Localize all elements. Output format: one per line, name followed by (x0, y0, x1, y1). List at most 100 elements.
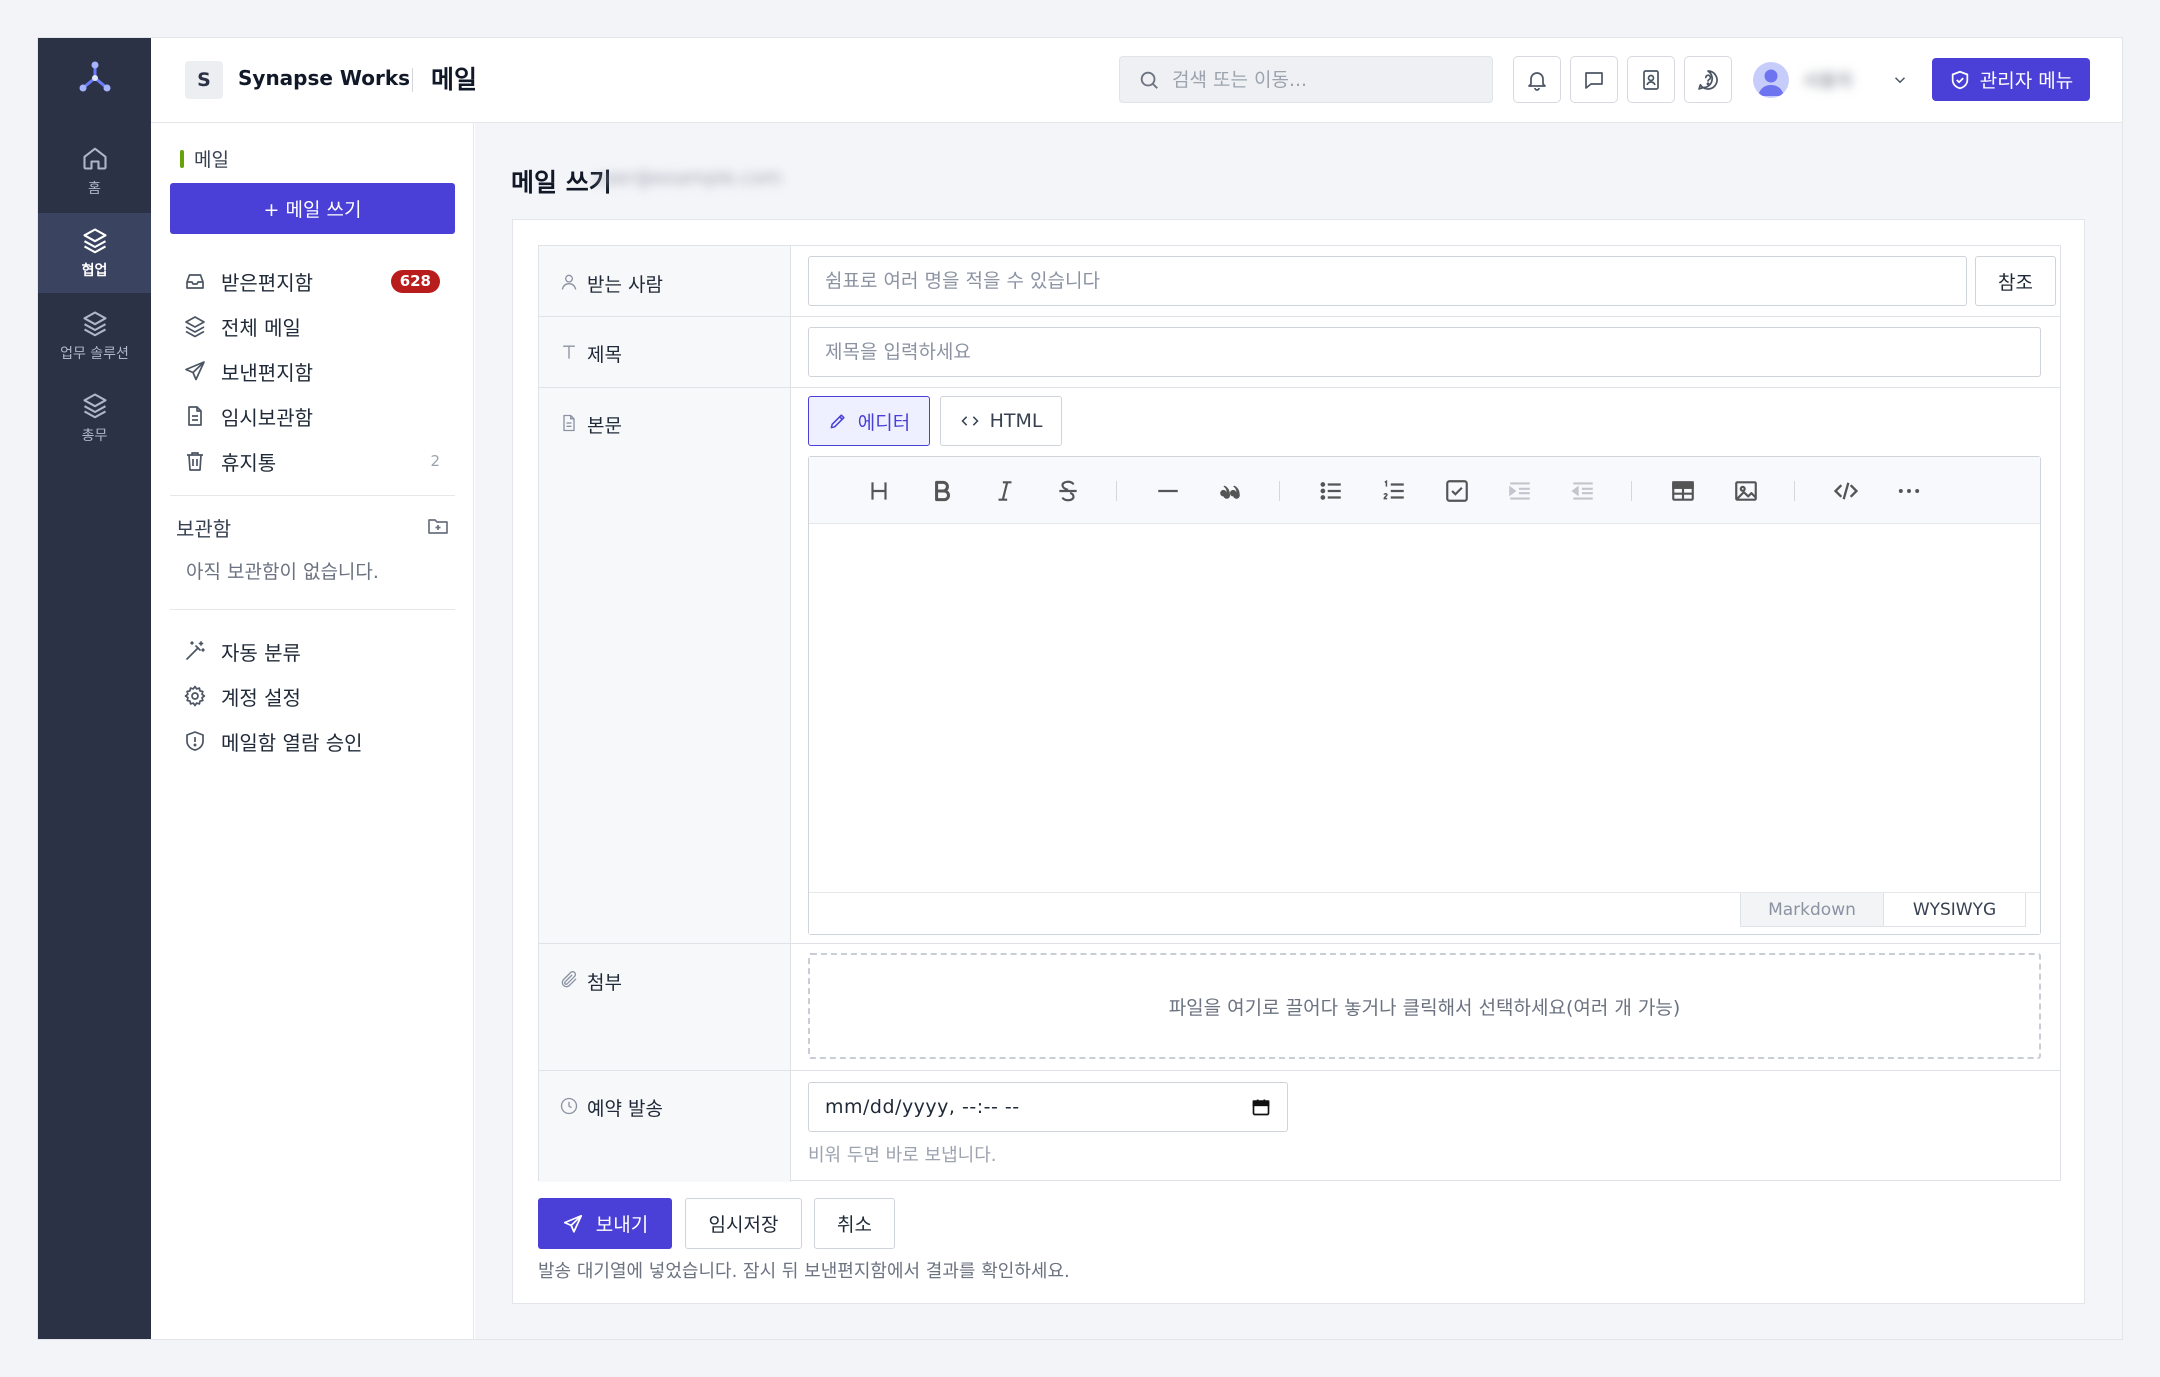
field-label-to: 받는 사람 (539, 246, 791, 316)
app-logo[interactable] (38, 58, 151, 98)
help-chat-icon (1698, 69, 1718, 90)
search-input[interactable] (1172, 68, 1472, 91)
field-label-subject: 제목 (539, 317, 791, 387)
heading-button[interactable] (861, 473, 897, 509)
shield-check-icon (1951, 70, 1968, 89)
subject-input[interactable] (808, 327, 2041, 377)
app-window: 홈 협업 업무 솔루션 총무 S Synapse Works 메일 검색 또는 … (37, 37, 2123, 1340)
compose-mail-button[interactable]: + 메일 쓰기 (170, 183, 455, 234)
editor-mode-button[interactable]: 에디터 (808, 396, 930, 446)
clock-icon (560, 1097, 578, 1115)
html-mode-button[interactable]: HTML (940, 396, 1062, 446)
user-menu[interactable]: 사용자 (1753, 58, 1909, 102)
task-list-button[interactable] (1439, 473, 1475, 509)
wysiwyg-tab[interactable]: WYSIWYG (1884, 893, 2026, 927)
indent-icon (1509, 482, 1530, 500)
code-icon (1833, 482, 1859, 500)
send-button[interactable]: 보내기 (538, 1198, 672, 1249)
user-icon (561, 274, 577, 290)
global-search[interactable] (1119, 56, 1493, 103)
sidebar-item-all-mail[interactable]: 전체 메일 (170, 306, 455, 346)
calendar-icon[interactable] (1251, 1097, 1271, 1117)
strikethrough-button[interactable] (1050, 473, 1086, 509)
bold-button[interactable] (924, 473, 960, 509)
rail-item-label: 총무 (81, 428, 108, 444)
code-block-button[interactable] (1828, 473, 1864, 509)
chevron-down-icon (1894, 77, 1906, 84)
sidebar-item-trash[interactable]: 휴지통 2 (170, 441, 455, 481)
sidebar-item-label: 자동 분류 (221, 640, 301, 665)
header-divider (412, 68, 413, 92)
contacts-button[interactable] (1627, 56, 1675, 103)
user-avatar-icon (1758, 69, 1784, 96)
more-horizontal-icon (1898, 489, 1920, 493)
add-archive-button[interactable] (426, 514, 450, 538)
sidebar-item-label: 휴지통 (221, 450, 277, 475)
indent-button[interactable] (1502, 473, 1538, 509)
document-icon (183, 404, 207, 428)
markdown-tab[interactable]: Markdown (1740, 893, 1884, 927)
rail-item-home[interactable]: 홈 (38, 131, 151, 211)
italic-button[interactable] (987, 473, 1023, 509)
rich-text-editor: Markdown WYSIWYG (808, 456, 2041, 935)
image-icon (1735, 481, 1757, 501)
send-icon (183, 359, 207, 383)
sidebar-item-mailbox-access[interactable]: 메일함 열람 승인 (170, 721, 455, 761)
rail-item-general-affairs[interactable]: 총무 (38, 378, 151, 458)
recipient-input[interactable] (808, 256, 1967, 306)
chat-icon (1585, 71, 1603, 89)
rail-item-collab[interactable]: 협업 (38, 213, 151, 293)
attachment-dropzone[interactable]: 파일을 여기로 끌어다 놓거나 클릭해서 선택하세요(여러 개 가능) (808, 953, 2041, 1059)
image-button[interactable] (1728, 473, 1764, 509)
document-icon (563, 414, 575, 432)
editor-content-area[interactable] (809, 524, 2040, 892)
toolbar-separator (1279, 481, 1280, 501)
schedule-datetime-input[interactable]: mm/dd/yyyy, --:-- -- (808, 1082, 1288, 1132)
horizontal-rule-button[interactable] (1150, 473, 1186, 509)
page-section-title: 메일 (431, 65, 478, 94)
workspace-badge[interactable]: S (185, 61, 223, 99)
notifications-button[interactable] (1513, 56, 1561, 103)
bell-icon (1528, 71, 1546, 91)
sidebar-item-inbox[interactable]: 받은편지함 628 (170, 261, 455, 301)
sidebar-section-title: 메일 (180, 145, 229, 172)
archive-heading: 보관함 (176, 517, 232, 541)
rail-item-label: 협업 (81, 263, 108, 279)
cc-button[interactable]: 참조 (1975, 256, 2056, 306)
sidebar-divider (170, 609, 455, 610)
sidebar-item-auto-sort[interactable]: 자동 분류 (170, 631, 455, 671)
bullet-list-button[interactable] (1313, 473, 1349, 509)
save-draft-button[interactable]: 임시저장 (685, 1198, 802, 1249)
editor-mode-tabs: Markdown WYSIWYG (809, 892, 2040, 934)
admin-menu-button[interactable]: 관리자 메뉴 (1932, 58, 2090, 101)
cancel-button[interactable]: 취소 (814, 1198, 895, 1249)
table-icon (1672, 481, 1694, 501)
field-label-body: 본문 (539, 388, 791, 943)
inbox-icon (183, 269, 207, 293)
user-name: 사용자 (1803, 71, 1853, 92)
code-icon (961, 416, 979, 426)
sidebar-item-label: 전체 메일 (221, 315, 301, 340)
blockquote-button[interactable] (1213, 473, 1249, 509)
paperclip-icon (561, 971, 577, 988)
help-button[interactable] (1684, 56, 1732, 103)
horizontal-rule-icon (1158, 489, 1178, 493)
messages-button[interactable] (1570, 56, 1618, 103)
quote-icon (1220, 485, 1240, 499)
bold-icon (935, 480, 950, 502)
workspace-name[interactable]: Synapse Works (238, 66, 410, 90)
sidebar-item-drafts[interactable]: 임시보관함 (170, 396, 455, 436)
layers-icon (183, 314, 207, 338)
outdent-button[interactable] (1565, 473, 1601, 509)
gear-icon (183, 684, 207, 708)
table-button[interactable] (1665, 473, 1701, 509)
more-options-button[interactable] (1891, 473, 1927, 509)
toolbar-separator (1631, 481, 1632, 501)
layers-icon (82, 228, 107, 254)
main-content: 메일 쓰기 user@example.com 받는 사람 참조 제목 (475, 123, 2122, 1339)
trash-count: 2 (430, 452, 440, 470)
rail-item-solutions[interactable]: 업무 솔루션 (38, 296, 151, 376)
numbered-list-button[interactable] (1376, 473, 1412, 509)
sidebar-item-sent[interactable]: 보낸편지함 (170, 351, 455, 391)
sidebar-item-account-settings[interactable]: 계정 설정 (170, 676, 455, 716)
